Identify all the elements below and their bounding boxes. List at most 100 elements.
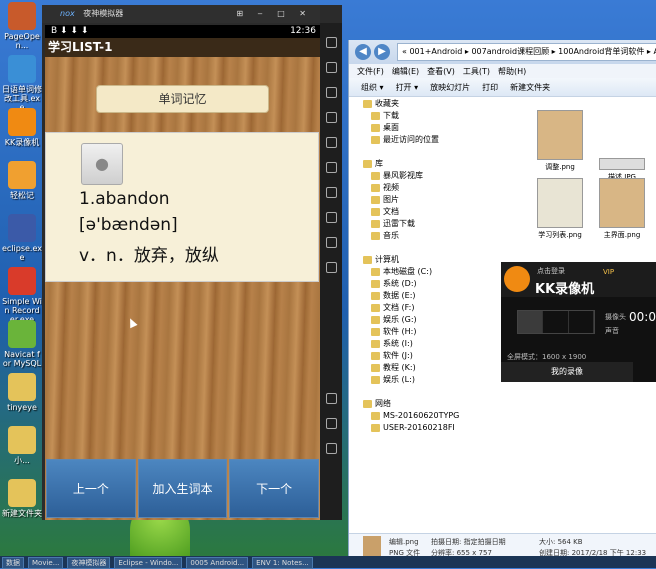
toolbar-button[interactable]: 打印 (482, 82, 498, 93)
desktop-icon[interactable]: KK录像机 (2, 108, 42, 147)
app-icon (8, 161, 36, 189)
taskbar-item[interactable]: 0005 Android... (186, 557, 249, 569)
taskbar-item[interactable]: ENV 1: Notes... (252, 557, 313, 569)
window-mode-icon[interactable] (543, 311, 569, 333)
nav-tree-item[interactable]: 软件 (J:) (349, 350, 499, 362)
emulator-window: nox 夜神模拟器 ⊞ ‒ □ ✕ B ⬇ ⬇ ⬇ 12:36 学习LIST-1… (42, 5, 342, 520)
menu-item[interactable]: 查看(V) (427, 66, 455, 77)
nav-tree-item[interactable]: 音乐 (349, 230, 499, 242)
keyboard-icon[interactable] (325, 37, 337, 48)
taskbar-item[interactable]: 夜神模拟器 (67, 557, 111, 569)
file-thumb[interactable]: 学习列表.png (537, 178, 583, 240)
menu-icon[interactable] (325, 443, 337, 454)
desktop-icon-label: 小... (14, 456, 30, 465)
nav-tree-item[interactable]: 暴风影视库 (349, 170, 499, 182)
menu-item[interactable]: 文件(F) (357, 66, 384, 77)
forward-arrow-icon[interactable]: ▶ (374, 44, 390, 60)
toolbar-button[interactable]: 打开 ▾ (396, 82, 419, 93)
nav-tree-label: 数据 (E:) (383, 291, 416, 300)
folder-icon (371, 135, 380, 144)
desktop-icon[interactable]: Navicat for MySQL (2, 320, 42, 368)
next-button[interactable]: 下一个 (229, 459, 320, 518)
nav-tree-item[interactable]: 图片 (349, 194, 499, 206)
menu-item[interactable]: 编辑(E) (392, 66, 419, 77)
back-arrow-icon[interactable]: ◀ (355, 44, 371, 60)
nav-tree-item[interactable]: 迅雷下载 (349, 218, 499, 230)
toolbar-button[interactable]: 新建文件夹 (510, 82, 550, 93)
folder-icon (363, 255, 372, 264)
nav-tree-item[interactable]: MS-20160620TYPG (349, 410, 499, 422)
window-controls-icon[interactable]: ⊞ ‒ □ ✕ (236, 5, 312, 23)
nav-tree-item[interactable]: 计算机 (349, 254, 499, 266)
taskbar-item[interactable]: 数据 (2, 557, 24, 569)
add-to-vocab-button[interactable]: 加入生词本 (137, 459, 228, 518)
kk-my-recordings-button[interactable]: 我的录像 (501, 362, 633, 382)
nav-tree-item[interactable]: 软件 (H:) (349, 326, 499, 338)
desktop-icon-label: Navicat for MySQL (2, 350, 42, 368)
nav-tree-label: 图片 (383, 195, 399, 204)
kk-login-link[interactable]: 点击登录 (537, 266, 565, 276)
file-thumb[interactable]: 调整.png (537, 110, 583, 172)
volume-up-icon[interactable] (325, 187, 337, 198)
scissors-icon[interactable] (325, 87, 337, 98)
nav-tree-item[interactable]: 库 (349, 158, 499, 170)
nav-tree-label: 软件 (J:) (383, 351, 413, 360)
address-bar[interactable]: « 001+Android ▸ 007android课程回顾 ▸ 100Andr… (397, 43, 656, 61)
desktop-icon[interactable]: 日语单词修改工具.exe (2, 55, 42, 112)
desktop-icon[interactable]: Simple Win Recorder.exe (2, 267, 42, 324)
desktop-icon[interactable]: 小... (2, 426, 42, 465)
nav-tree-item[interactable]: 网络 (349, 398, 499, 410)
home-icon[interactable] (325, 418, 337, 429)
microphone-icon[interactable]: ● (81, 143, 123, 185)
word-memory-tab[interactable]: 单词记忆 (96, 85, 269, 113)
rotate-icon[interactable] (325, 262, 337, 273)
explorer-menu-bar: 文件(F) 编辑(E) 查看(V) 工具(T) 帮助(H) (349, 64, 656, 78)
nav-tree-item[interactable]: 收藏夹 (349, 98, 499, 110)
desktop-icon[interactable]: PageOpen... (2, 2, 42, 50)
nav-tree-item[interactable]: 娱乐 (G:) (349, 314, 499, 326)
nav-tree-label: 系统 (D:) (383, 279, 417, 288)
app-icon (8, 426, 36, 454)
menu-item[interactable]: 工具(T) (463, 66, 490, 77)
nav-tree-item[interactable]: 娱乐 (L:) (349, 374, 499, 386)
kk-camera-label[interactable]: 摄像头 (605, 312, 626, 322)
shake-icon[interactable] (325, 162, 337, 173)
toolbar-button[interactable]: 放映幻灯片 (430, 82, 470, 93)
kk-vip-badge[interactable]: VIP (603, 268, 614, 276)
nav-tree-item[interactable]: 数据 (E:) (349, 290, 499, 302)
nav-tree-item[interactable]: 系统 (D:) (349, 278, 499, 290)
fullscreen-mode-icon[interactable] (518, 311, 544, 333)
desktop-icon[interactable]: tinyeye (2, 373, 42, 412)
desktop-icon[interactable]: eclipse.exe (2, 214, 42, 262)
menu-item[interactable]: 帮助(H) (498, 66, 526, 77)
nav-tree-item[interactable]: USER-20160218FI (349, 422, 499, 434)
file-thumb[interactable]: 主界面.png (599, 178, 645, 240)
nav-tree-label: 软件 (H:) (383, 327, 417, 336)
nav-tree-item[interactable]: 教程 (K:) (349, 362, 499, 374)
nav-tree-item[interactable]: 文档 (F:) (349, 302, 499, 314)
back-icon[interactable] (325, 393, 337, 404)
nav-tree-item[interactable]: 下载 (349, 110, 499, 122)
desktop-icon[interactable]: 新建文件夹 (2, 479, 42, 518)
brightness-icon[interactable] (325, 237, 337, 248)
file-name: 调整.png (545, 163, 575, 171)
nav-tree-item[interactable]: 本地磁盘 (C:) (349, 266, 499, 278)
nav-tree-item[interactable]: 系统 (I:) (349, 338, 499, 350)
desktop-icon[interactable]: 轻松记 (2, 161, 42, 200)
taskbar-item[interactable]: Eclipse - Windo... (114, 557, 183, 569)
kk-audio-label[interactable]: 声音 (605, 326, 619, 336)
toolbar-button[interactable]: 组织 ▾ (361, 82, 384, 93)
game-mode-icon[interactable] (569, 311, 594, 333)
volume-down-icon[interactable] (325, 212, 337, 223)
taskbar-item[interactable]: Movie... (28, 557, 64, 569)
kk-header: 点击登录 VIP KK录像机 (501, 262, 656, 297)
prev-button[interactable]: 上一个 (46, 459, 136, 518)
nav-tree-item[interactable]: 文档 (349, 206, 499, 218)
screenshot-icon[interactable] (325, 62, 337, 73)
nav-tree-item[interactable]: 最近访问的位置 (349, 134, 499, 146)
location-icon[interactable] (325, 112, 337, 123)
nav-tree-item[interactable]: 视频 (349, 182, 499, 194)
folder-icon (371, 375, 380, 384)
nav-tree-item[interactable]: 桌面 (349, 122, 499, 134)
apk-icon[interactable] (325, 137, 337, 148)
